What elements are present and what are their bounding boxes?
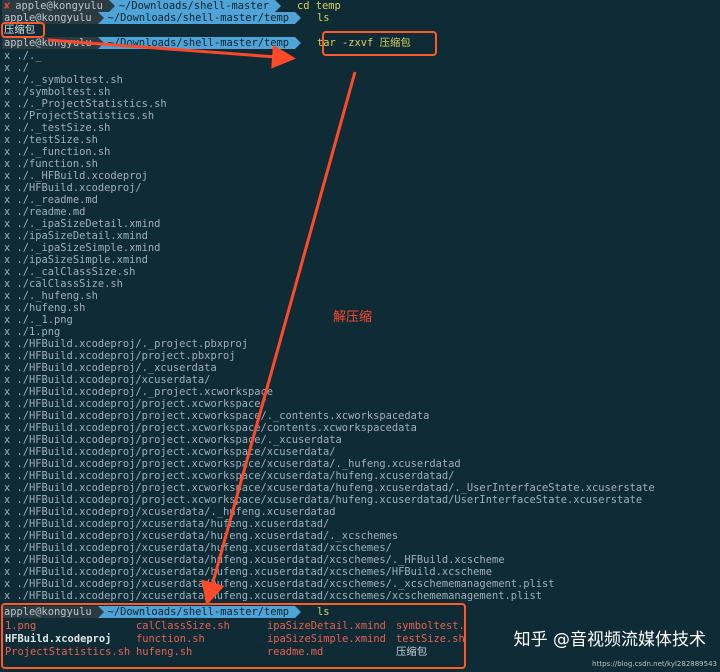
watermark: 知乎 @音视频流媒体技术	[513, 630, 706, 650]
terminal-window[interactable]: ✘ apple@kongyulu ~/Downloads/shell-maste…	[0, 0, 720, 672]
arrow-to-result-icon	[201, 71, 357, 606]
annotation-label: 解压缩	[333, 310, 373, 325]
small-watermark: https://blog.csdn.net/kyl282889543	[592, 660, 717, 668]
arrow-to-tar-icon	[47, 38, 296, 69]
annotation-arrows	[47, 38, 357, 606]
